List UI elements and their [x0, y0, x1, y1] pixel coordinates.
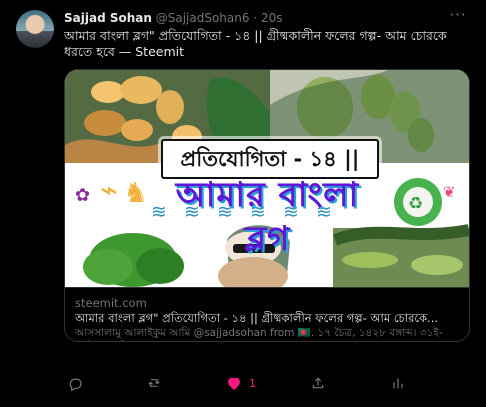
like-count: 1: [249, 376, 256, 390]
tweet-card: Sajjad Sohan @SajjadSohan6 · 20s ··· আমা…: [0, 0, 486, 407]
author-name[interactable]: Sajjad Sohan: [64, 11, 152, 25]
reply-icon: [69, 378, 82, 391]
preview-description: আসসালামু আলাইকুম আমি @sajjadsohan from 🇧…: [75, 327, 443, 339]
preview-domain: steemit.com: [75, 296, 147, 310]
tweet-header: Sajjad Sohan @SajjadSohan6 · 20s: [64, 11, 283, 25]
analytics-icon: [393, 378, 403, 389]
tweet-actions: 1: [64, 375, 468, 399]
analytics-button[interactable]: [390, 375, 413, 391]
link-preview-card[interactable]: ✿ ⌁ ♞ ≋ ≋ ≋ ≋ ≋ ≋ ♻ ❦ প্রতিযোগিতা - ১৪ |…: [64, 69, 470, 342]
author-handle[interactable]: @SajjadSohan6: [156, 11, 250, 25]
upload-icon: [312, 377, 324, 389]
svg-text:⌁: ⌁: [100, 173, 118, 208]
preview-title: আমার বাংলা ব্লগ" প্রতিযোগিতা - ১৪ || গ্র…: [75, 311, 439, 325]
svg-text:✿: ✿: [75, 185, 90, 206]
views-button[interactable]: [310, 375, 333, 391]
svg-text:♻: ♻: [408, 194, 423, 214]
heart-icon: [228, 377, 240, 390]
tweet-time[interactable]: 20s: [261, 11, 283, 25]
image-blog-title: আমার বাংলা ব্লগ: [175, 175, 360, 259]
reply-button[interactable]: [67, 375, 90, 391]
more-options-icon[interactable]: ···: [448, 8, 468, 26]
like-button[interactable]: 1: [226, 375, 256, 391]
header-separator: ·: [253, 11, 258, 25]
avatar[interactable]: [16, 10, 54, 48]
svg-text:❦: ❦: [443, 183, 456, 201]
svg-text:♞: ♞: [123, 176, 148, 209]
preview-meta[interactable]: steemit.com আমার বাংলা ব্লগ" প্রতিযোগিতা…: [65, 287, 469, 341]
tweet-text: আমার বাংলা ব্লগ" প্রতিযোগিতা - ১৪ || গ্র…: [64, 28, 447, 59]
preview-image[interactable]: ✿ ⌁ ♞ ≋ ≋ ≋ ≋ ≋ ≋ ♻ ❦ প্রতিযোগিতা - ১৪ |…: [65, 70, 469, 287]
retweet-button[interactable]: [146, 375, 169, 391]
retweet-icon: [148, 379, 160, 387]
